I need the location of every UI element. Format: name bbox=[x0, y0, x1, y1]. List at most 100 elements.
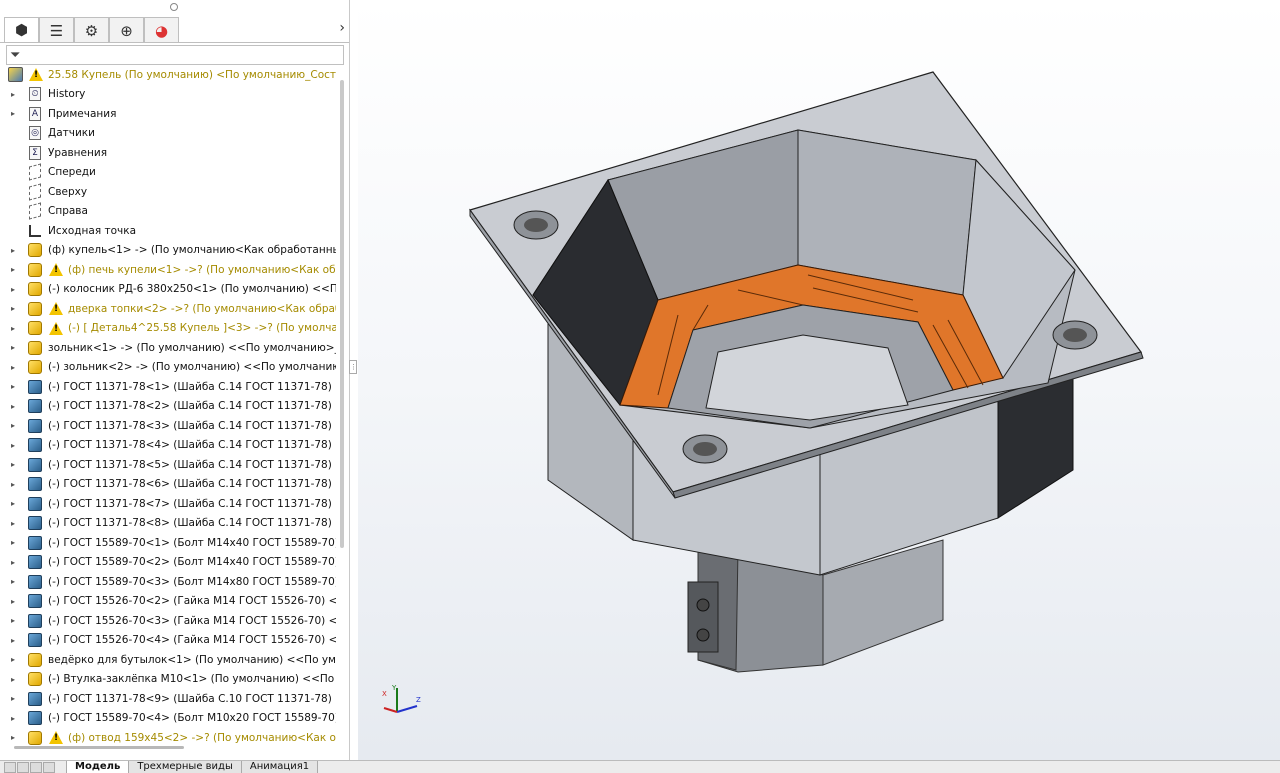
expand-arrow-icon[interactable]: ▸ bbox=[11, 324, 19, 333]
nav-next-icon[interactable] bbox=[30, 762, 42, 773]
tab-configuration-manager[interactable]: ⚙ bbox=[74, 17, 109, 43]
tree-item[interactable]: ▸ (-) ГОСТ 11371-78<1> (Шайба С.14 ГОСТ 1… bbox=[0, 377, 336, 397]
tree-item[interactable]: ▸ ведёрко для бутылок<1> (По умолчанию) <… bbox=[0, 650, 336, 670]
expand-arrow-icon[interactable]: ▸ bbox=[11, 733, 19, 742]
tree-item-label: (-) ГОСТ 15526-70<2> (Гайка М14 ГОСТ 155… bbox=[48, 595, 336, 608]
triad-z-label: Z bbox=[416, 696, 421, 704]
tree-item[interactable]: ▸ (-) ГОСТ 11371-78<2> (Шайба С.14 ГОСТ 1… bbox=[0, 397, 336, 417]
tree-item[interactable]: Σ Уравнения bbox=[0, 143, 336, 163]
warning-icon bbox=[48, 262, 64, 278]
tree-horizontal-scrollbar[interactable] bbox=[4, 744, 344, 750]
expand-arrow-icon[interactable]: ▸ bbox=[11, 538, 19, 547]
expand-arrow-icon[interactable]: ▸ bbox=[11, 382, 19, 391]
tree-item[interactable]: ◎ Датчики bbox=[0, 124, 336, 144]
tree-item[interactable]: Сверху bbox=[0, 182, 336, 202]
warning-icon bbox=[48, 301, 64, 317]
tab-feature-manager[interactable]: ⬢ bbox=[4, 17, 39, 43]
tree-item[interactable]: ▸ (-) ГОСТ 15526-70<2> (Гайка М14 ГОСТ 15… bbox=[0, 592, 336, 612]
tab-display-manager[interactable]: ◕ bbox=[144, 17, 179, 43]
expand-arrow-icon[interactable]: ▸ bbox=[11, 90, 19, 99]
tab-property-manager[interactable]: ☰ bbox=[39, 17, 74, 43]
tree-root-assembly[interactable]: 25.58 Купель (По умолчанию) <По умолчани… bbox=[0, 65, 336, 85]
tab-3d-views[interactable]: Трехмерные виды bbox=[128, 761, 242, 773]
tree-item[interactable]: ▸ (-) ГОСТ 15526-70<3> (Гайка М14 ГОСТ 15… bbox=[0, 611, 336, 631]
tree-item[interactable]: ▸ (ф) отвод 159х45<2> ->? (По умолчанию<К… bbox=[0, 728, 336, 745]
expand-arrow-icon[interactable]: ▸ bbox=[11, 597, 19, 606]
tab-dimxpert[interactable]: ⊕ bbox=[109, 17, 144, 43]
expand-arrow-icon[interactable]: ▸ bbox=[11, 343, 19, 352]
tree-item[interactable]: ▸ (-) колосник РД-6 380х250<1> (По умолча… bbox=[0, 280, 336, 300]
expand-arrow-icon[interactable]: ▸ bbox=[11, 109, 19, 118]
tree-item[interactable]: ▸ дверка топки<2> ->? (По умолчанию<Как о… bbox=[0, 299, 336, 319]
expand-arrow-icon[interactable]: ▸ bbox=[11, 675, 19, 684]
tree-item[interactable]: ▸ (-) ГОСТ 15589-70<2> (Болт М14х40 ГОСТ … bbox=[0, 553, 336, 573]
expand-arrow-icon[interactable]: ▸ bbox=[11, 480, 19, 489]
expand-arrow-icon[interactable]: ▸ bbox=[11, 285, 19, 294]
nav-first-icon[interactable] bbox=[4, 762, 16, 773]
tree-item[interactable]: ▸ (-) ГОСТ 11371-78<5> (Шайба С.14 ГОСТ 1… bbox=[0, 455, 336, 475]
panel-grip-icon[interactable] bbox=[170, 3, 178, 11]
nav-prev-icon[interactable] bbox=[17, 762, 29, 773]
tab-model[interactable]: Модель bbox=[66, 761, 130, 773]
tree-item[interactable]: ▸ ⏲ History bbox=[0, 85, 336, 105]
tree-item[interactable]: ▸ (-) ГОСТ 11371-78<4> (Шайба С.14 ГОСТ 1… bbox=[0, 436, 336, 456]
tree-item[interactable]: ▸ (-) ГОСТ 15589-70<4> (Болт М10х20 ГОСТ … bbox=[0, 709, 336, 729]
tree-item[interactable]: ▸ (-) Втулка-заклёпка М10<1> (По умолчани… bbox=[0, 670, 336, 690]
tree-item-label: (-) ГОСТ 11371-78<5> (Шайба С.14 ГОСТ 11… bbox=[48, 458, 336, 471]
tree-item[interactable]: ▸ (-) ГОСТ 11371-78<9> (Шайба С.10 ГОСТ 1… bbox=[0, 689, 336, 709]
expand-arrow-icon[interactable]: ▸ bbox=[11, 304, 19, 313]
tree-item[interactable]: ▸ (-) ГОСТ 11371-78<7> (Шайба С.14 ГОСТ 1… bbox=[0, 494, 336, 514]
expand-arrow-icon[interactable]: ▸ bbox=[11, 265, 19, 274]
expand-arrow-icon[interactable]: ▸ bbox=[11, 694, 19, 703]
tree-item[interactable]: ▸ (-) [ Деталь4^25.58 Купель ]<3> ->? (По… bbox=[0, 319, 336, 339]
tab-animation[interactable]: Анимация1 bbox=[240, 761, 319, 773]
tree-item[interactable]: ▸ (-) ГОСТ 15589-70<1> (Болт М14х40 ГОСТ … bbox=[0, 533, 336, 553]
expand-arrow-icon[interactable]: ▸ bbox=[11, 441, 19, 450]
expand-arrow-icon[interactable]: ▸ bbox=[11, 558, 19, 567]
panel-splitter-handle[interactable]: ⋮ bbox=[349, 360, 357, 374]
expand-arrow-icon[interactable]: ▸ bbox=[11, 421, 19, 430]
tree-item[interactable]: ▸ (-) ГОСТ 11371-78<6> (Шайба С.14 ГОСТ 1… bbox=[0, 475, 336, 495]
chevron-right-icon[interactable]: › bbox=[339, 20, 345, 36]
part-icon bbox=[27, 671, 43, 687]
toolbox-part-icon bbox=[27, 476, 43, 492]
3d-model-kupel[interactable] bbox=[358, 0, 1280, 760]
tree-item-label: (-) ГОСТ 15589-70<3> (Болт М14х80 ГОСТ 1… bbox=[48, 575, 336, 588]
tree-item[interactable]: Исходная точка bbox=[0, 221, 336, 241]
expand-arrow-icon[interactable]: ▸ bbox=[11, 363, 19, 372]
expand-arrow-icon[interactable]: ▸ bbox=[11, 519, 19, 528]
nav-last-icon[interactable] bbox=[43, 762, 55, 773]
expand-arrow-icon[interactable]: ▸ bbox=[11, 616, 19, 625]
expand-arrow-icon[interactable]: ▸ bbox=[11, 636, 19, 645]
bottom-tab-bar: Модель Трехмерные виды Анимация1 bbox=[0, 760, 1280, 773]
tree-item[interactable]: ▸ (-) ГОСТ 15526-70<4> (Гайка М14 ГОСТ 15… bbox=[0, 631, 336, 651]
expand-arrow-icon[interactable]: ▸ bbox=[11, 499, 19, 508]
tree-item[interactable]: ▸ (ф) купель<1> -> (По умолчанию<Как обра… bbox=[0, 241, 336, 261]
tree-item[interactable]: ▸ (-) ГОСТ 11371-78<3> (Шайба С.14 ГОСТ 1… bbox=[0, 416, 336, 436]
tree-item[interactable]: ▸ (-) ГОСТ 11371-78<8> (Шайба С.14 ГОСТ 1… bbox=[0, 514, 336, 534]
expand-arrow-icon[interactable]: ▸ bbox=[11, 577, 19, 586]
tree-item[interactable]: Спереди bbox=[0, 163, 336, 183]
expand-arrow-icon[interactable]: ▸ bbox=[11, 460, 19, 469]
tree-item[interactable]: ▸ (-) ГОСТ 15589-70<3> (Болт М14х80 ГОСТ … bbox=[0, 572, 336, 592]
expand-arrow-icon[interactable]: ▸ bbox=[11, 246, 19, 255]
tree-item[interactable]: ▸ A Примечания bbox=[0, 104, 336, 124]
assembly-icon bbox=[7, 67, 23, 83]
toolbox-part-icon bbox=[27, 379, 43, 395]
part-icon bbox=[27, 730, 43, 745]
tree-root-label: 25.58 Купель (По умолчанию) <По умолчани… bbox=[48, 68, 336, 81]
graphics-area[interactable]: X Y Z bbox=[358, 0, 1280, 760]
tree-filter-input[interactable]: ⏷ bbox=[6, 45, 344, 65]
tree-item-label: Уравнения bbox=[48, 146, 108, 159]
tree-item[interactable]: ▸ (ф) печь купели<1> ->? (По умолчанию<Ка… bbox=[0, 260, 336, 280]
expand-arrow-icon[interactable]: ▸ bbox=[11, 714, 19, 723]
tree-item[interactable]: ▸ (-) зольник<2> -> (По умолчанию) <<По у… bbox=[0, 358, 336, 378]
part-icon bbox=[27, 359, 43, 375]
expand-arrow-icon[interactable]: ▸ bbox=[11, 655, 19, 664]
tree-item[interactable]: Справа bbox=[0, 202, 336, 222]
tree-vertical-scrollbar[interactable] bbox=[340, 80, 344, 548]
tree-item[interactable]: ▸ зольник<1> -> (По умолчанию) <<По умолч… bbox=[0, 338, 336, 358]
expand-arrow-icon[interactable]: ▸ bbox=[11, 402, 19, 411]
tree-item-label: Датчики bbox=[48, 127, 95, 140]
part-icon bbox=[27, 301, 43, 317]
